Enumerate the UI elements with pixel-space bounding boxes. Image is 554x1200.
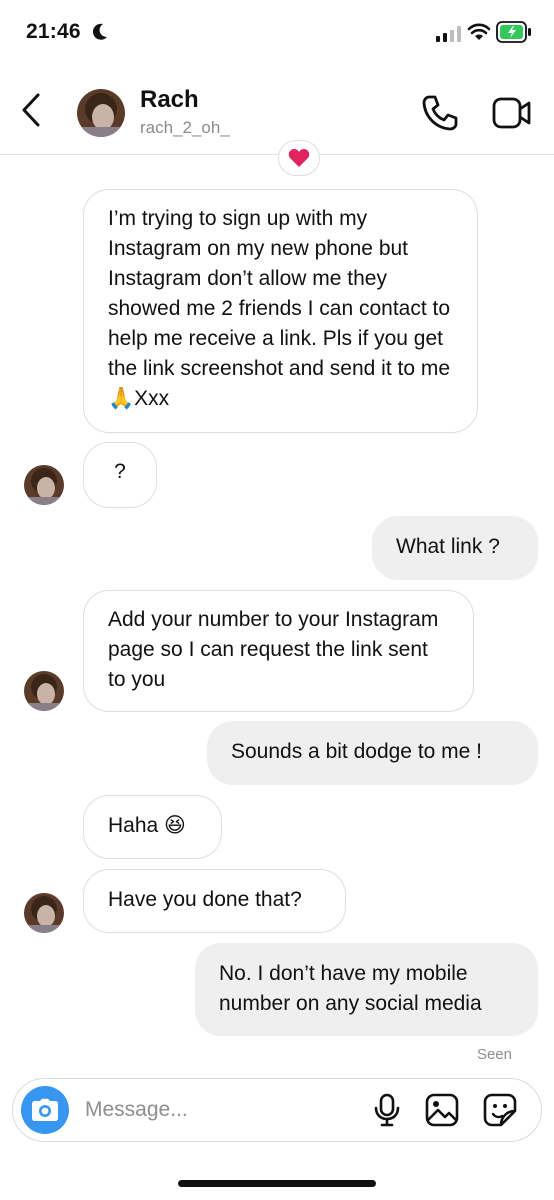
home-indicator [178,1180,376,1187]
camera-button[interactable] [21,1086,69,1134]
message-outgoing[interactable]: Sounds a bit dodge to me ! [207,721,538,785]
contact-avatar[interactable] [77,89,125,137]
message-incoming[interactable]: Add your number to your Instagram page s… [83,590,474,712]
message-composer [12,1078,542,1142]
contact-username: rach_2_oh_ [140,118,230,137]
message-incoming[interactable]: ? [83,442,157,508]
reaction-chip[interactable] [278,140,320,176]
moon-icon [92,23,107,40]
status-time: 21:46 [26,20,81,43]
message-input[interactable] [83,1091,357,1129]
sender-avatar[interactable] [24,465,64,505]
heart-icon [288,149,310,167]
status-bar: 21:46 [0,0,554,62]
message-incoming[interactable]: Haha 😆 [83,795,222,859]
sender-avatar[interactable] [24,671,64,711]
phone-icon[interactable] [420,93,460,133]
camera-icon [32,1098,58,1121]
signal-icon [436,26,461,42]
wifi-icon [467,23,491,40]
message-incoming[interactable]: I’m trying to sign up with my Instagram … [83,189,478,433]
chat-header: Rach rach_2_oh_ [0,62,554,155]
sender-avatar[interactable] [24,893,64,933]
seen-status: Seen [476,1046,512,1063]
contact-name[interactable]: Rach [140,86,199,114]
message-incoming[interactable]: Have you done that? [83,869,346,933]
back-icon[interactable] [20,92,42,128]
battery-icon [496,21,531,43]
message-outgoing[interactable]: What link ? [372,516,538,580]
message-outgoing[interactable]: No. I don’t have my mobile number on any… [195,943,538,1036]
sticker-icon[interactable] [483,1093,517,1127]
video-icon[interactable] [492,96,532,130]
gallery-icon[interactable] [425,1093,459,1127]
mic-icon[interactable] [373,1093,401,1127]
